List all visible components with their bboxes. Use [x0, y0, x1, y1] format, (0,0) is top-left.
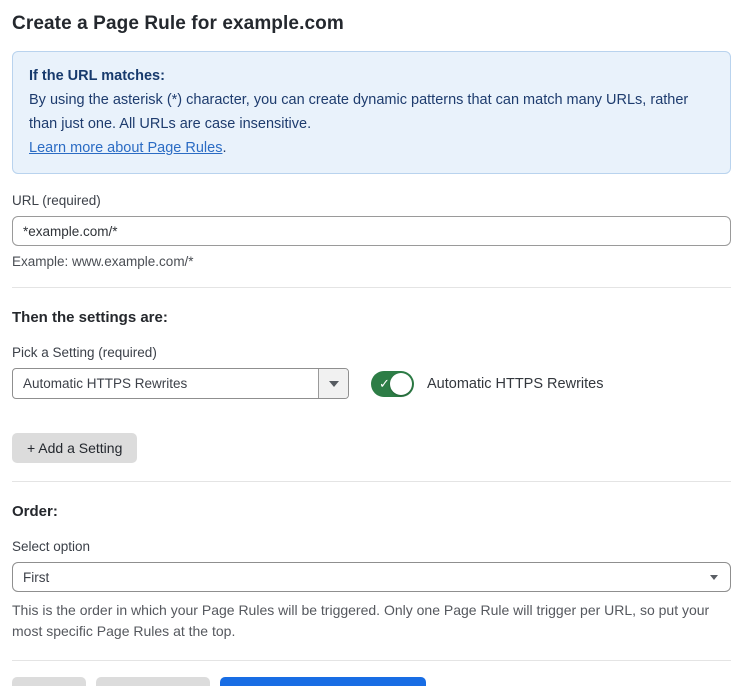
- info-box-heading: If the URL matches:: [29, 68, 165, 84]
- info-box-body: By using the asterisk (*) character, you…: [29, 92, 689, 132]
- settings-section-heading: Then the settings are:: [12, 309, 168, 326]
- setting-row: Automatic HTTPS Rewrites ✓ Automatic HTT…: [12, 368, 731, 399]
- setting-dropdown[interactable]: Automatic HTTPS Rewrites: [12, 368, 349, 399]
- https-rewrites-toggle[interactable]: ✓: [371, 370, 414, 397]
- order-select[interactable]: First: [12, 562, 731, 592]
- order-select-label: Select option: [12, 539, 91, 554]
- toggle-label: Automatic HTTPS Rewrites: [427, 375, 604, 392]
- setting-picker-label: Pick a Setting (required): [12, 345, 157, 360]
- save-and-deploy-button[interactable]: Save and Deploy Page Rule: [220, 677, 427, 686]
- url-example-text: Example: www.example.com/*: [12, 254, 194, 269]
- check-icon: ✓: [379, 375, 390, 391]
- divider: [12, 287, 731, 288]
- chevron-down-icon: [710, 574, 718, 580]
- link-period: .: [222, 140, 227, 156]
- add-setting-button[interactable]: + Add a Setting: [12, 433, 138, 463]
- save-as-draft-button[interactable]: Save as Draft: [95, 677, 211, 686]
- divider: [12, 660, 731, 661]
- page-title: Create a Page Rule for example.com: [12, 13, 344, 34]
- order-select-value: First: [23, 569, 50, 585]
- order-help-text: This is the order in which your Page Rul…: [12, 602, 710, 639]
- order-section-heading: Order:: [12, 503, 58, 520]
- setting-dropdown-value: Automatic HTTPS Rewrites: [23, 376, 188, 391]
- divider: [12, 481, 731, 482]
- url-match-info-box: If the URL matches: By using the asteris…: [12, 51, 731, 174]
- url-input[interactable]: [12, 216, 731, 246]
- chevron-down-icon: [328, 380, 339, 387]
- setting-dropdown-arrow-button[interactable]: [318, 369, 348, 398]
- create-page-rule-panel: Create a Page Rule for example.com If th…: [0, 0, 743, 686]
- form-actions: Cancel Save as Draft Save and Deploy Pag…: [12, 677, 731, 686]
- cancel-button[interactable]: Cancel: [12, 677, 86, 686]
- info-box-link-line: Learn more about Page Rules.: [29, 136, 714, 160]
- url-field-label: URL (required): [12, 193, 101, 208]
- toggle-knob: [390, 372, 412, 395]
- learn-more-link[interactable]: Learn more about Page Rules: [29, 140, 222, 156]
